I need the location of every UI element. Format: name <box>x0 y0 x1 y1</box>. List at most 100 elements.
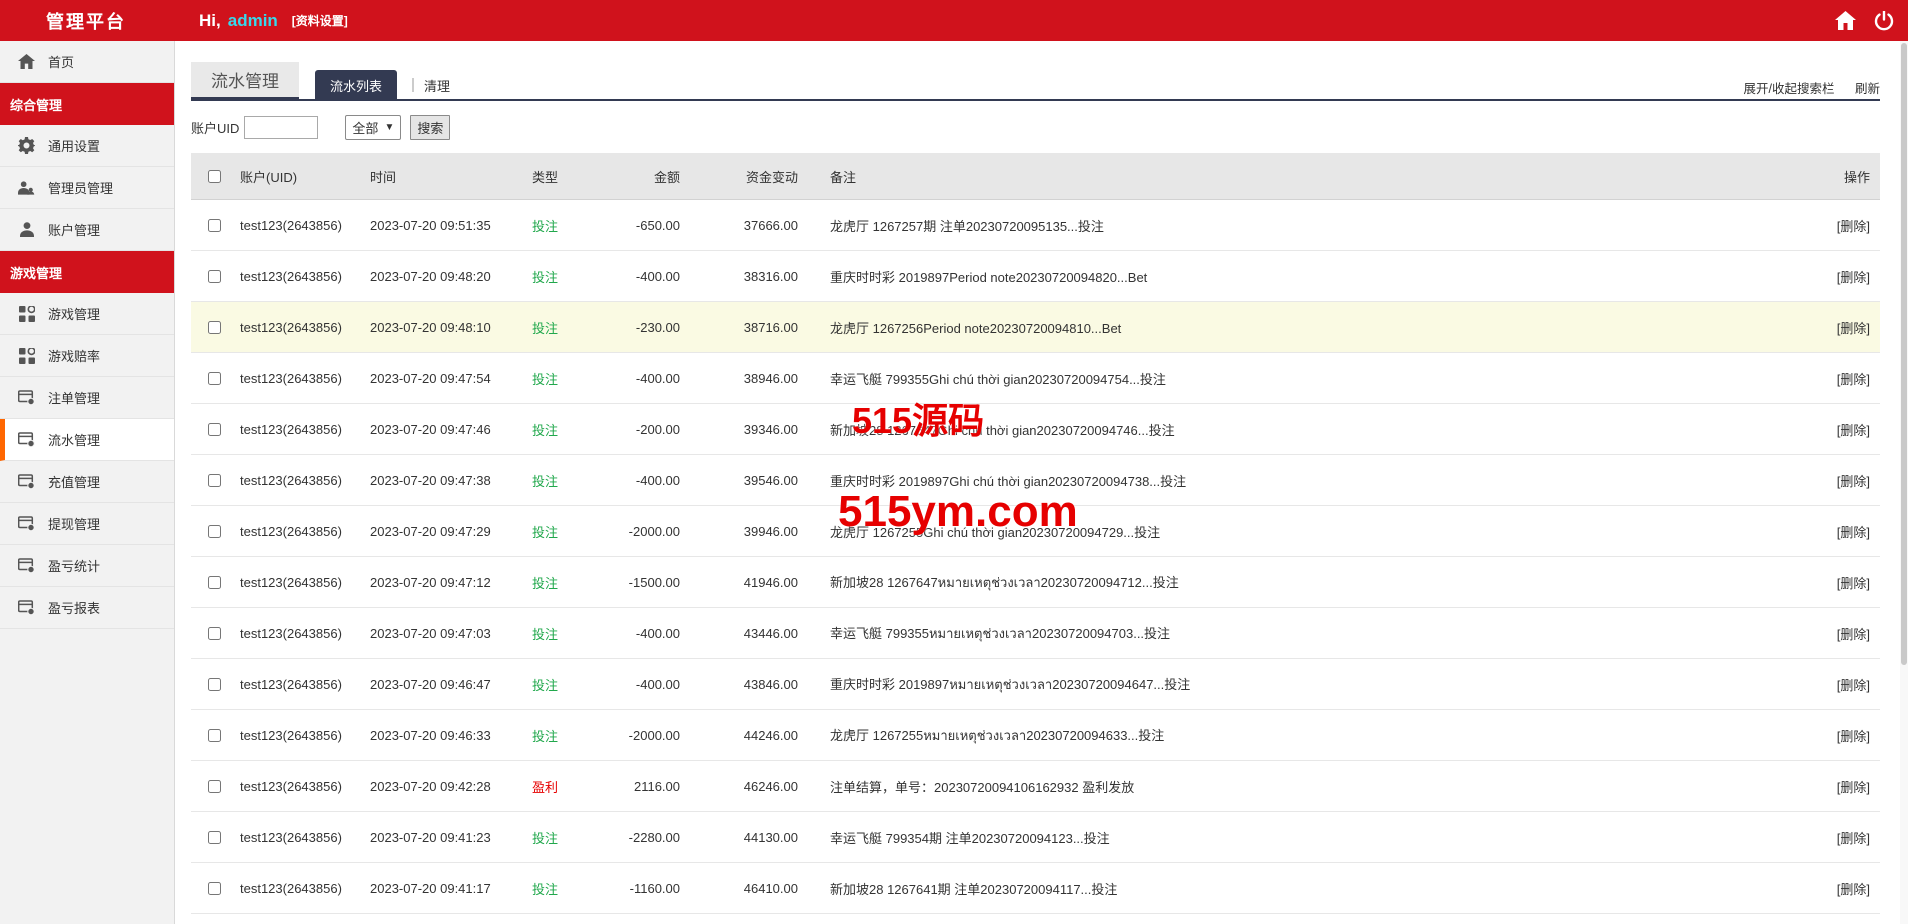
main-content: 流水管理 流水列表 清理 展开/收起搜索栏 刷新 账户UID 全部 ▼ 搜索 账… <box>176 41 1908 924</box>
uid-search-input[interactable] <box>244 115 319 139</box>
balance-cell: 43446.00 <box>743 625 798 641</box>
delete-link[interactable]: [删除] <box>1837 321 1870 336</box>
delete-link[interactable]: [删除] <box>1837 525 1870 540</box>
sidebar-item-6[interactable]: 游戏管理 <box>0 293 174 335</box>
sidebar-item-11[interactable]: 提现管理 <box>0 503 174 545</box>
balance-cell: 38946.00 <box>743 370 798 386</box>
row-checkbox[interactable] <box>208 371 221 385</box>
search-bar: 账户UID 全部 ▼ 搜索 <box>191 114 1880 140</box>
delete-link[interactable]: [删除] <box>1837 882 1870 897</box>
remark-cell: 龙虎厅 1267255Ghi chú thời gian202307200947… <box>830 524 1161 540</box>
sidebar-item-label: 游戏管理 <box>48 307 101 322</box>
profile-settings-link[interactable]: [资料设置] <box>292 12 348 29</box>
table-row: test123(2643856) 2023-07-20 09:48:10 投注 … <box>191 302 1880 353</box>
balance-cell: 46246.00 <box>743 778 798 794</box>
table-row: test123(2643856) 2023-07-20 09:42:28 盈利 … <box>191 761 1880 812</box>
sidebar-item-4[interactable]: 账户管理 <box>0 209 174 251</box>
delete-link[interactable]: [删除] <box>1837 780 1870 795</box>
uid-cell: test123(2643856) <box>240 319 342 335</box>
sidebar-item-label: 盈亏统计 <box>48 559 101 574</box>
user-icon <box>18 221 35 238</box>
module-title-tab: 流水管理 <box>191 62 299 101</box>
row-checkbox[interactable] <box>208 830 221 844</box>
sidebar-item-10[interactable]: 充值管理 <box>0 461 174 503</box>
amount-cell: -1160.00 <box>629 880 680 896</box>
sidebar-item-label: 充值管理 <box>48 475 101 490</box>
delete-link[interactable]: [删除] <box>1837 372 1870 387</box>
time-cell: 2023-07-20 09:47:46 <box>370 421 491 437</box>
remark-cell: 新加坡28 1267641期 注单20230720094117...投注 <box>830 881 1118 897</box>
search-button[interactable]: 搜索 <box>410 114 451 140</box>
row-checkbox[interactable] <box>208 320 221 334</box>
balance-cell: 44246.00 <box>743 727 798 743</box>
row-checkbox[interactable] <box>208 728 221 742</box>
user-greeting: Hi, admin [资料设置] <box>199 0 348 41</box>
type-cell: 投注 <box>532 575 559 591</box>
sidebar-item-2[interactable]: 通用设置 <box>0 125 174 167</box>
toggle-search-link[interactable]: 展开/收起搜索栏 <box>1744 82 1835 96</box>
sidebar-item-13[interactable]: 盈亏报表 <box>0 587 174 629</box>
uid-cell: test123(2643856) <box>240 880 342 896</box>
row-checkbox[interactable] <box>208 269 221 283</box>
time-cell: 2023-07-20 09:47:38 <box>370 472 491 488</box>
row-checkbox[interactable] <box>208 575 221 589</box>
remark-cell: 龙虎厅 1267255หมายเหตุช่วงเวลา2023072009463… <box>830 727 1165 743</box>
sidebar-item-7[interactable]: 游戏赔率 <box>0 335 174 377</box>
sidebar-item-12[interactable]: 盈亏统计 <box>0 545 174 587</box>
uid-cell: test123(2643856) <box>240 472 342 488</box>
scrollbar-thumb[interactable] <box>1901 43 1907 665</box>
time-cell: 2023-07-20 09:47:12 <box>370 574 491 590</box>
delete-link[interactable]: [删除] <box>1837 270 1870 285</box>
table-header-row: 账户(UID) 时间 类型 金额 资金变动 备注 操作 <box>191 153 1880 200</box>
select-all-checkbox[interactable] <box>208 169 221 183</box>
amount-cell: -400.00 <box>635 625 680 641</box>
row-checkbox[interactable] <box>208 881 221 895</box>
balance-cell: 41946.00 <box>743 574 798 590</box>
tab-flow-list[interactable]: 流水列表 <box>315 70 398 101</box>
delete-link[interactable]: [删除] <box>1837 831 1870 846</box>
logout-power-icon[interactable] <box>1874 10 1894 31</box>
table-row: test123(2643856) 2023-07-20 09:41:23 投注 … <box>191 812 1880 863</box>
delete-link[interactable]: [删除] <box>1837 627 1870 642</box>
uid-cell: test123(2643856) <box>240 676 342 692</box>
row-checkbox[interactable] <box>208 626 221 640</box>
type-filter-select[interactable]: 全部 ▼ <box>345 114 402 140</box>
delete-link[interactable]: [删除] <box>1837 423 1870 438</box>
card-icon <box>18 389 35 406</box>
tab-clean[interactable]: 清理 <box>424 76 450 95</box>
table-row: test123(2643856) 2023-07-20 09:47:54 投注 … <box>191 353 1880 404</box>
sidebar-item-label: 盈亏报表 <box>48 601 101 616</box>
table-row: test123(2643856) 2023-07-20 09:46:33 投注 … <box>191 710 1880 761</box>
refresh-link[interactable]: 刷新 <box>1855 82 1880 96</box>
home-icon[interactable] <box>1835 11 1856 30</box>
table-row: test123(2643856) 2023-07-20 09:47:29 投注 … <box>191 506 1880 557</box>
row-checkbox[interactable] <box>208 524 221 538</box>
delete-link[interactable]: [删除] <box>1837 729 1870 744</box>
amount-cell: -2000.00 <box>628 523 680 539</box>
vertical-scrollbar[interactable] <box>1900 41 1908 924</box>
sidebar-section-1[interactable]: 综合管理 <box>0 83 174 125</box>
delete-link[interactable]: [删除] <box>1837 576 1870 591</box>
delete-link[interactable]: [删除] <box>1837 219 1870 234</box>
sidebar-item-3[interactable]: 管理员管理 <box>0 167 174 209</box>
gear-icon <box>18 137 35 154</box>
row-checkbox[interactable] <box>208 677 221 691</box>
delete-link[interactable]: [删除] <box>1837 678 1870 693</box>
delete-link[interactable]: [删除] <box>1837 474 1870 489</box>
sidebar-item-9[interactable]: 流水管理 <box>0 419 174 461</box>
row-checkbox[interactable] <box>208 422 221 436</box>
uid-cell: test123(2643856) <box>240 217 342 233</box>
row-checkbox[interactable] <box>208 779 221 793</box>
row-checkbox[interactable] <box>208 218 221 232</box>
select-value: 全部 <box>352 120 379 136</box>
sidebar-item-label: 游戏赔率 <box>48 349 101 364</box>
row-checkbox[interactable] <box>208 473 221 487</box>
sidebar-item-8[interactable]: 注单管理 <box>0 377 174 419</box>
time-cell: 2023-07-20 09:46:47 <box>370 676 491 692</box>
sidebar-section-5[interactable]: 游戏管理 <box>0 251 174 293</box>
card-icon <box>18 557 35 574</box>
type-cell: 投注 <box>532 524 559 540</box>
uid-cell: test123(2643856) <box>240 268 342 284</box>
card-icon <box>18 599 35 616</box>
sidebar-item-0[interactable]: 首页 <box>0 41 174 83</box>
